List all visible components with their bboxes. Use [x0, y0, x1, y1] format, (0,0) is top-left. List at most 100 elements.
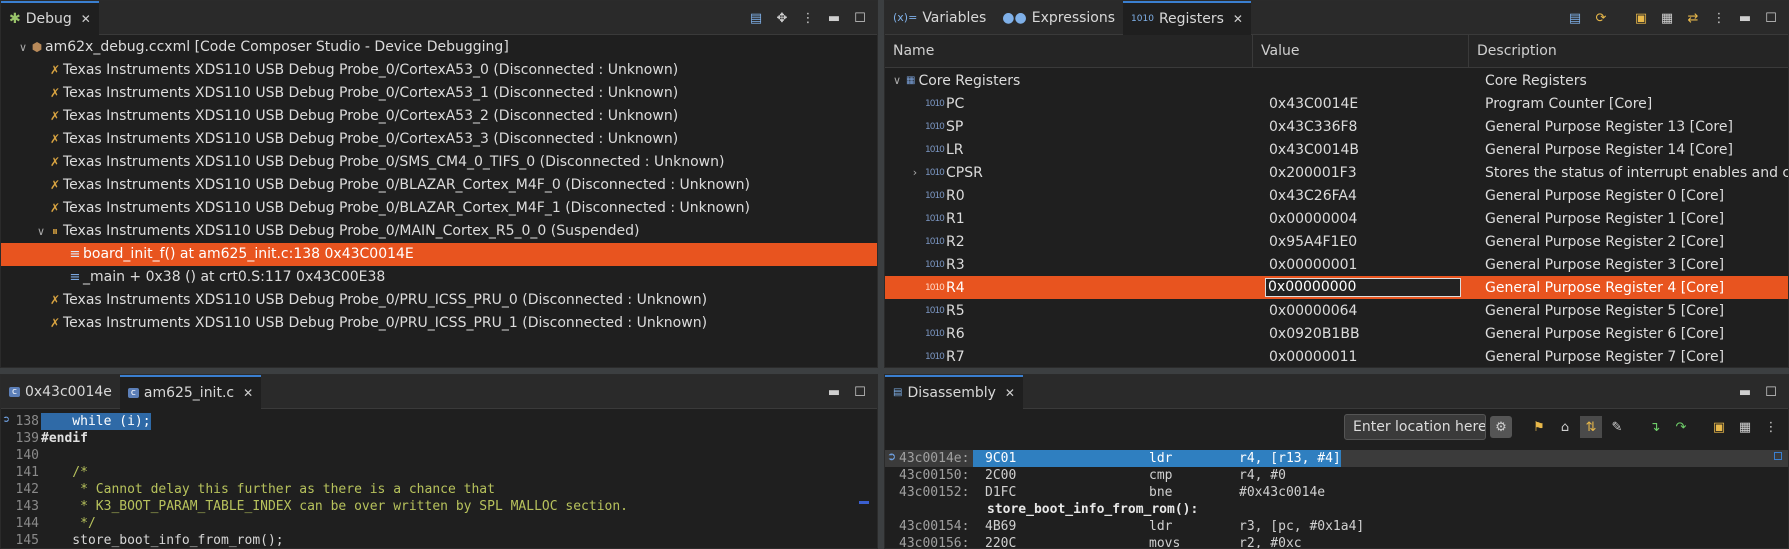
- minimize-icon[interactable]: ▬: [1734, 381, 1756, 403]
- refresh-icon[interactable]: ⟳: [1590, 7, 1612, 29]
- tab-disassembly-address[interactable]: c 0x43c0014e: [1, 375, 120, 409]
- pin-icon[interactable]: ▦: [1734, 416, 1756, 438]
- column-name[interactable]: Name: [885, 35, 1253, 68]
- overview-ruler-marker: [859, 501, 869, 504]
- go-to-location-icon[interactable]: ⚙: [1490, 416, 1512, 438]
- code-line[interactable]: 140: [1, 447, 877, 464]
- disassembly-line[interactable]: 43c00156: 220C movs r2, #0xc: [885, 535, 1788, 548]
- collapse-all-icon[interactable]: ▤: [745, 7, 767, 29]
- code-line[interactable]: 143 * K3_BOOT_PARAM_TABLE_INDEX can be o…: [1, 498, 877, 515]
- stack-frame[interactable]: ≡ _main + 0x38 () at crt0.S:117 0x43C00E3…: [1, 266, 877, 289]
- tree-item-probe[interactable]: ✗ Texas Instruments XDS110 USB Debug Prob…: [1, 59, 877, 82]
- tree-item-probe[interactable]: ✗ Texas Instruments XDS110 USB Debug Prob…: [1, 82, 877, 105]
- close-icon[interactable]: ✕: [81, 12, 91, 26]
- register-row[interactable]: 1010 R1 0x00000004 General Purpose Register…: [885, 207, 1788, 230]
- tree-item-probe-suspended[interactable]: ∨ ⏸ Texas Instruments XDS110 USB Debug Pro…: [1, 220, 877, 243]
- expanded-chevron-icon[interactable]: ∨: [35, 220, 47, 243]
- code-line-current[interactable]: 138 while (i);: [1, 413, 877, 430]
- current-line-arrow-icon: ➲: [3, 413, 10, 426]
- maximize-icon[interactable]: ☐: [1760, 7, 1782, 29]
- register-row[interactable]: 1010 R3 0x00000001 General Purpose Register…: [885, 253, 1788, 276]
- code-editor[interactable]: ➲ 138 while (i); 139 #endif 140 141 /* 14…: [1, 409, 877, 548]
- disassembly-line-current[interactable]: 43c0014e: 9C01 ldr r4, [r13, #4]: [885, 450, 1788, 467]
- new-group-icon[interactable]: ▣: [1630, 7, 1652, 29]
- close-icon[interactable]: ✕: [1005, 386, 1015, 400]
- tree-item-probe[interactable]: ✗ Texas Instruments XDS110 USB Debug Prob…: [1, 289, 877, 312]
- minimize-icon[interactable]: ▬: [823, 7, 845, 29]
- close-icon[interactable]: ✕: [243, 386, 253, 400]
- edit-group-icon[interactable]: ▦: [1656, 7, 1678, 29]
- tab-variables[interactable]: (x)= Variables: [885, 1, 994, 35]
- disassembly-view: ▤ Disassembly ✕ ▬ ☐ Enter location here …: [884, 374, 1789, 549]
- expanded-chevron-icon[interactable]: ∨: [17, 36, 29, 59]
- tab-expressions[interactable]: ●● Expressions: [994, 1, 1123, 35]
- tab-debug[interactable]: ✱ Debug ✕: [1, 1, 99, 35]
- register-icon: 1010: [925, 144, 945, 155]
- sync-icon[interactable]: ⇄: [1682, 7, 1704, 29]
- disassembly-line[interactable]: 43c00150: 2C00 cmp r4, #0: [885, 467, 1788, 484]
- tree-root[interactable]: ∨ ⬢ am62x_debug.ccxml [Code Composer Studi…: [1, 36, 877, 59]
- tab-am625-init[interactable]: c am625_init.c ✕: [119, 375, 262, 409]
- location-input[interactable]: Enter location here: [1344, 414, 1486, 440]
- register-row[interactable]: 1010 SP 0x43C336F8 General Purpose Register…: [885, 115, 1788, 138]
- code-line[interactable]: 145 store_boot_info_from_rom();: [1, 532, 877, 548]
- register-row[interactable]: 1010 R0 0x43C26FA4 General Purpose Register…: [885, 184, 1788, 207]
- view-menu-icon[interactable]: ⋮: [1708, 7, 1730, 29]
- link-with-editor-icon[interactable]: ⚑: [1528, 416, 1550, 438]
- step-into-icon[interactable]: ↴: [1644, 416, 1666, 438]
- expanded-chevron-icon[interactable]: ∨: [891, 74, 903, 87]
- tree-item-probe[interactable]: ✗ Texas Instruments XDS110 USB Debug Prob…: [1, 312, 877, 335]
- tree-item-probe[interactable]: ✗ Texas Instruments XDS110 USB Debug Prob…: [1, 197, 877, 220]
- sync-source-icon[interactable]: ⇅: [1580, 416, 1602, 438]
- code-line[interactable]: 139 #endif: [1, 430, 877, 447]
- register-group[interactable]: ∨ ▦ Core Registers Core Registers: [885, 69, 1788, 92]
- collapsed-chevron-icon[interactable]: ›: [909, 166, 921, 179]
- register-row[interactable]: 1010 LR 0x43C0014B General Purpose Register…: [885, 138, 1788, 161]
- probe-icon: ✗: [49, 201, 61, 215]
- disassembly-line[interactable]: 43c00154: 4B69 ldr r3, [pc, #0x1a4]: [885, 518, 1788, 535]
- column-value[interactable]: Value: [1253, 35, 1469, 68]
- settings-icon[interactable]: ✥: [771, 7, 793, 29]
- register-row[interactable]: 1010 R6 0x0920B1BB General Purpose Register…: [885, 322, 1788, 345]
- maximize-icon[interactable]: ☐: [1760, 381, 1782, 403]
- maximize-icon[interactable]: ☐: [849, 381, 871, 403]
- tree-item-probe[interactable]: ✗ Texas Instruments XDS110 USB Debug Prob…: [1, 105, 877, 128]
- close-icon[interactable]: ✕: [1233, 12, 1243, 26]
- minimize-icon[interactable]: ▬: [1734, 7, 1756, 29]
- registers-header: Name Value Description: [885, 35, 1788, 68]
- tree-item-probe[interactable]: ✗ Texas Instruments XDS110 USB Debug Prob…: [1, 151, 877, 174]
- register-icon: 1010: [925, 236, 945, 247]
- show-source-icon[interactable]: ✎: [1606, 416, 1628, 438]
- view-menu-icon[interactable]: ⋮: [797, 7, 819, 29]
- register-row[interactable]: › 1010 CPSR 0x200001F3 Stores the status of …: [885, 161, 1788, 184]
- tree-item-probe[interactable]: ✗ Texas Instruments XDS110 USB Debug Prob…: [1, 128, 877, 151]
- step-over-icon[interactable]: ↷: [1670, 416, 1692, 438]
- register-row[interactable]: 1010 PC 0x43C0014E Program Counter [Core]: [885, 92, 1788, 115]
- collapse-all-icon[interactable]: ▤: [1564, 7, 1586, 29]
- maximize-icon[interactable]: ☐: [849, 7, 871, 29]
- register-row[interactable]: 1010 R7 0x00000011 General Purpose Register…: [885, 345, 1788, 367]
- stack-frame-selected[interactable]: ≡ board_init_f() at am625_init.c:138 0x43…: [1, 243, 877, 266]
- tab-registers[interactable]: 1010 Registers ✕: [1123, 1, 1251, 35]
- register-value-editor[interactable]: 0x00000000: [1265, 278, 1461, 297]
- column-description[interactable]: Description: [1469, 35, 1788, 68]
- register-group-icon: ▦: [906, 75, 916, 86]
- register-row[interactable]: 1010 R2 0x95A4F1E0 General Purpose Register…: [885, 230, 1788, 253]
- disassembly-listing[interactable]: ➲ 43c0014e: 9C01 ldr r4, [r13, #4] 43c00150…: [885, 445, 1788, 548]
- probe-icon: ✗: [49, 155, 61, 169]
- disassembly-line[interactable]: 43c00152: D1FC bne #0x43c0014e: [885, 484, 1788, 501]
- tab-disassembly[interactable]: ▤ Disassembly ✕: [885, 375, 1023, 409]
- register-row[interactable]: 1010 R5 0x00000064 General Purpose Register…: [885, 299, 1788, 322]
- register-row-selected[interactable]: 1010 R4 0x00000000 General Purpose Register…: [885, 276, 1788, 299]
- stack-frame-icon: ≡: [69, 270, 81, 285]
- code-line[interactable]: 142 * Cannot delay this further as there…: [1, 481, 877, 498]
- minimize-icon[interactable]: ▬: [823, 381, 845, 403]
- tree-item-probe[interactable]: ✗ Texas Instruments XDS110 USB Debug Prob…: [1, 174, 877, 197]
- code-line[interactable]: 141 /*: [1, 464, 877, 481]
- view-menu-icon[interactable]: ⋮: [1760, 416, 1782, 438]
- code-line[interactable]: 144 */: [1, 515, 877, 532]
- register-icon: 1010: [925, 167, 945, 178]
- registers-view: (x)= Variables ●● Expressions 1010 Regis…: [884, 0, 1789, 368]
- new-window-icon[interactable]: ▣: [1708, 416, 1730, 438]
- home-icon[interactable]: ⌂: [1554, 416, 1576, 438]
